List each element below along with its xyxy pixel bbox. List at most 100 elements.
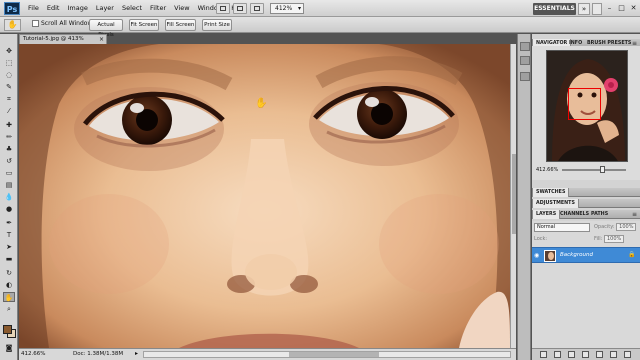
- hand-tool-icon[interactable]: ✋: [3, 292, 15, 302]
- collapsed-panel-dock: [517, 34, 531, 360]
- layers-panel-body: Normal Opacity: 100% Lock: Fill: 100% ◉ …: [532, 221, 640, 348]
- layer-thumbnail: [544, 250, 556, 262]
- character-panel-icon[interactable]: [520, 72, 530, 81]
- delete-layer-icon[interactable]: [624, 351, 631, 358]
- layers-panel-header: LAYERS CHANNELS PATHS ≡: [532, 210, 640, 219]
- fill-screen-button[interactable]: Fill Screen: [165, 19, 196, 31]
- 3d-orbit-tool-icon[interactable]: ◐: [3, 280, 15, 290]
- tab-layers[interactable]: LAYERS: [532, 210, 561, 219]
- marquee-tool-icon[interactable]: ⬚: [3, 58, 15, 68]
- view-extras-icon[interactable]: [250, 3, 264, 14]
- launch-bridge-icon[interactable]: [216, 3, 230, 14]
- 3d-rotate-tool-icon[interactable]: ↻: [3, 268, 15, 278]
- zoom-tool-icon[interactable]: ⌕: [3, 304, 15, 314]
- healing-brush-tool-icon[interactable]: ✚: [3, 120, 15, 130]
- fit-screen-button[interactable]: Fit Screen: [129, 19, 159, 31]
- vertical-scroll-thumb[interactable]: [512, 154, 516, 234]
- cs-live-icon[interactable]: [592, 3, 602, 15]
- status-menu-arrow-icon[interactable]: ▸: [135, 350, 138, 357]
- zoom-level-select[interactable]: 412%: [270, 3, 304, 14]
- navigator-view-box[interactable]: [568, 88, 601, 120]
- quick-mask-icon[interactable]: ◙: [3, 343, 15, 353]
- new-layer-icon[interactable]: [610, 351, 617, 358]
- blur-tool-icon[interactable]: 💧: [3, 192, 15, 202]
- minimize-button[interactable]: –: [604, 2, 615, 14]
- history-panel-icon[interactable]: [520, 42, 530, 51]
- tab-adjustments[interactable]: ADJUSTMENTS: [532, 199, 579, 208]
- menu-edit[interactable]: Edit: [43, 0, 64, 17]
- lock-label: Lock:: [534, 236, 548, 242]
- pen-tool-icon[interactable]: ✒: [3, 218, 15, 228]
- tab-channels[interactable]: CHANNELS: [557, 210, 592, 219]
- navigator-body: 412.66%: [532, 46, 640, 180]
- launch-mini-bridge-icon[interactable]: [233, 3, 247, 14]
- workspace-more-icon[interactable]: »: [578, 3, 590, 15]
- tab-swatches[interactable]: SWATCHES: [532, 188, 570, 197]
- eyedropper-tool-icon[interactable]: ⁄: [3, 106, 15, 116]
- quick-select-tool-icon[interactable]: ✎: [3, 82, 15, 92]
- workspace-essentials-button[interactable]: ESSENTIALS: [533, 3, 576, 15]
- menu-select[interactable]: Select: [118, 0, 146, 17]
- actions-panel-icon[interactable]: [520, 56, 530, 65]
- tab-paths[interactable]: PATHS: [588, 210, 611, 219]
- new-group-icon[interactable]: [596, 351, 603, 358]
- fill-value[interactable]: 100%: [603, 235, 625, 243]
- fill-label: Fill:: [594, 236, 603, 242]
- close-button[interactable]: ✕: [628, 2, 639, 14]
- layer-visibility-eye-icon[interactable]: ◉: [534, 252, 542, 259]
- close-document-icon[interactable]: ×: [99, 35, 104, 44]
- history-brush-tool-icon[interactable]: ↺: [3, 156, 15, 166]
- lasso-tool-icon[interactable]: ◌: [3, 70, 15, 80]
- path-selection-tool-icon[interactable]: ➤: [3, 242, 15, 252]
- document-horizontal-scrollbar[interactable]: [143, 351, 511, 358]
- actual-pixels-button[interactable]: Actual Pixels: [89, 19, 123, 38]
- photoshop-logo: Ps: [4, 2, 20, 15]
- options-bar: ✋ Scroll All Windows Actual Pixels Fit S…: [0, 17, 640, 38]
- foreground-color-swatch[interactable]: [3, 325, 12, 334]
- link-layers-icon[interactable]: [540, 351, 547, 358]
- new-adjustment-layer-icon[interactable]: [582, 351, 589, 358]
- navigator-zoom-slider[interactable]: [562, 166, 626, 173]
- add-mask-icon[interactable]: [568, 351, 575, 358]
- navigator-zoom-knob[interactable]: [600, 166, 605, 173]
- layers-panel-menu-icon[interactable]: ≡: [632, 211, 637, 218]
- image-canvas[interactable]: ✋: [19, 44, 510, 348]
- svg-text:✋: ✋: [255, 96, 267, 109]
- blend-mode-select[interactable]: Normal: [534, 223, 590, 232]
- menu-filter[interactable]: Filter: [146, 0, 170, 17]
- status-zoom[interactable]: 412.66%: [21, 351, 45, 357]
- brush-tool-icon[interactable]: ✏: [3, 132, 15, 142]
- shape-tool-icon[interactable]: ▬: [3, 254, 15, 264]
- document-vertical-scrollbar[interactable]: [510, 44, 516, 348]
- menu-layer[interactable]: Layer: [92, 0, 118, 17]
- opacity-label: Opacity:: [594, 224, 615, 230]
- checkbox-box[interactable]: [32, 20, 39, 27]
- opacity-value[interactable]: 100%: [616, 223, 637, 231]
- navigator-zoom-value[interactable]: 412.66%: [536, 167, 558, 173]
- fill-control[interactable]: Fill: 100%: [594, 235, 625, 243]
- navigator-thumbnail[interactable]: [546, 50, 628, 162]
- move-tool-icon[interactable]: ✥: [3, 46, 15, 56]
- layer-row-background[interactable]: ◉ Background 🔒: [532, 247, 640, 263]
- print-size-button[interactable]: Print Size: [202, 19, 232, 31]
- menu-file[interactable]: File: [24, 0, 43, 17]
- eraser-tool-icon[interactable]: ▭: [3, 168, 15, 178]
- hand-tool-preset-icon[interactable]: ✋: [4, 19, 21, 31]
- scroll-all-windows-checkbox[interactable]: Scroll All Windows: [32, 20, 95, 27]
- menu-image[interactable]: Image: [63, 0, 91, 17]
- maximize-button[interactable]: □: [616, 2, 627, 14]
- type-tool-icon[interactable]: T: [3, 230, 15, 240]
- layer-style-icon[interactable]: [554, 351, 561, 358]
- document-tab[interactable]: Tutorial-5.jpg @ 413% (RGB/8#) ×: [19, 34, 107, 51]
- opacity-control[interactable]: Opacity: 100%: [594, 223, 637, 231]
- crop-tool-icon[interactable]: ⌗: [3, 94, 15, 104]
- toolbox: ✥ ⬚ ◌ ✎ ⌗ ⁄ ✚ ✏ ♣ ↺ ▭ ▤ 💧 ● ✒ T ➤ ▬ ↻ ◐ …: [0, 34, 18, 360]
- layer-name[interactable]: Background: [560, 252, 593, 258]
- dodge-tool-icon[interactable]: ●: [3, 204, 15, 214]
- clone-stamp-tool-icon[interactable]: ♣: [3, 144, 15, 154]
- horizontal-scroll-thumb[interactable]: [289, 352, 379, 357]
- status-doc-size: Doc: 1.38M/1.38M: [73, 351, 124, 357]
- menu-view[interactable]: View: [170, 0, 193, 17]
- gradient-tool-icon[interactable]: ▤: [3, 180, 15, 190]
- window-controls: – □ ✕: [604, 2, 639, 14]
